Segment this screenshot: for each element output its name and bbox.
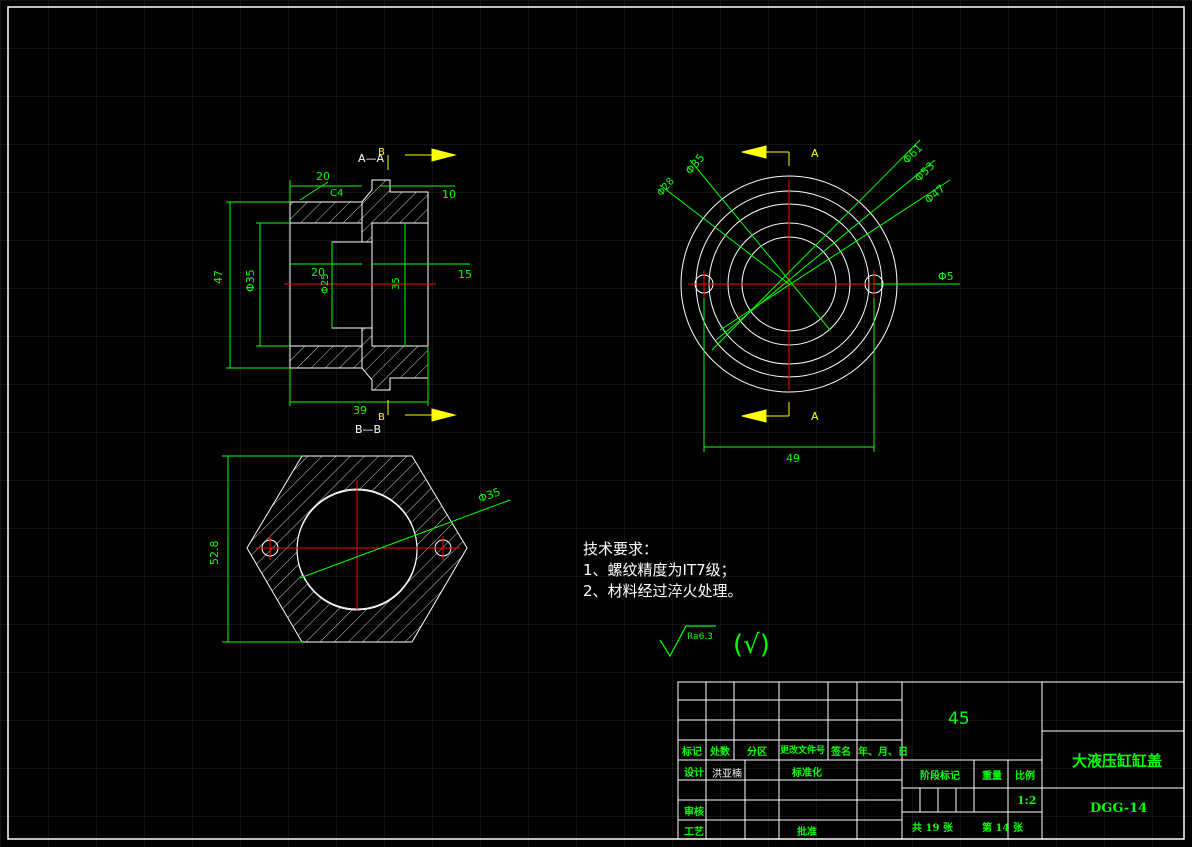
dim-c4: C4 — [330, 188, 343, 199]
hdr-count: 处数 — [710, 747, 730, 758]
cut-b-top: B — [378, 147, 385, 158]
hatch-bottom-left — [289, 345, 363, 369]
hdr-mark: 标记 — [682, 747, 702, 758]
dim-39: 39 — [353, 404, 367, 417]
hdr-zone: 分区 — [747, 747, 767, 758]
dim-47: 47 — [212, 270, 225, 284]
hdr-design: 设计 — [684, 768, 704, 779]
dim-15: 15 — [458, 268, 472, 281]
background-grid — [0, 0, 1192, 847]
hdr-date: 年、月、日 — [858, 747, 908, 758]
dim-49: 49 — [786, 452, 800, 465]
section-b-label: B—B — [355, 423, 381, 436]
dim-35-right: 35 — [391, 277, 402, 290]
tech-req-item-2: 2、材料经过淬火处理。 — [583, 582, 743, 600]
hdr-approve: 批准 — [797, 827, 817, 838]
dim-52-8: 52.8 — [208, 541, 221, 566]
hatch-top-left — [289, 201, 363, 224]
hdr-standardize: 标准化 — [792, 768, 822, 779]
hdr-signature: 签名 — [831, 747, 851, 758]
dim-20-top: 20 — [316, 170, 330, 183]
dim-phi25: Φ25 — [320, 273, 331, 294]
cut-a-bottom: A — [811, 410, 819, 423]
hdr-review: 审核 — [684, 807, 704, 818]
material-value: 45 — [948, 709, 970, 729]
tech-req-title: 技术要求： — [583, 540, 659, 558]
ra-rest-symbol: (√) — [733, 630, 770, 660]
hdr-process: 工艺 — [684, 827, 704, 838]
drawing-number: DGG-14 — [1090, 801, 1148, 816]
ra-value: Ra6.3 — [687, 632, 713, 642]
part-name: 大液压缸缸盖 — [1072, 752, 1163, 770]
cad-drawing: A—A B B B—B 20 C4 10 47 Φ35 20 Φ25 35 15… — [0, 0, 1192, 847]
designer-name: 洪亚楠 — [712, 769, 742, 780]
cut-b-bottom: B — [378, 412, 385, 423]
hdr-stage-mark: 阶段标记 — [920, 771, 960, 782]
technical-requirements: 技术要求： 1、螺纹精度为IT7级； 2、材料经过淬火处理。 — [583, 539, 743, 602]
dim-10: 10 — [442, 188, 456, 201]
hdr-weight: 重量 — [982, 771, 1002, 782]
scale-value: 1:2 — [1017, 794, 1037, 807]
dim-phi35-left: Φ35 — [244, 269, 257, 292]
cut-a-top: A — [811, 147, 819, 160]
tech-req-item-1: 1、螺纹精度为IT7级； — [583, 561, 736, 579]
hdr-scale: 比例 — [1015, 771, 1035, 782]
total-sheets: 共 19 张 — [912, 823, 953, 834]
dim-phi5: Φ5 — [938, 270, 954, 283]
hdr-change-doc: 更改文件号 — [780, 746, 826, 756]
sheet-number: 第 14 张 — [982, 823, 1023, 834]
